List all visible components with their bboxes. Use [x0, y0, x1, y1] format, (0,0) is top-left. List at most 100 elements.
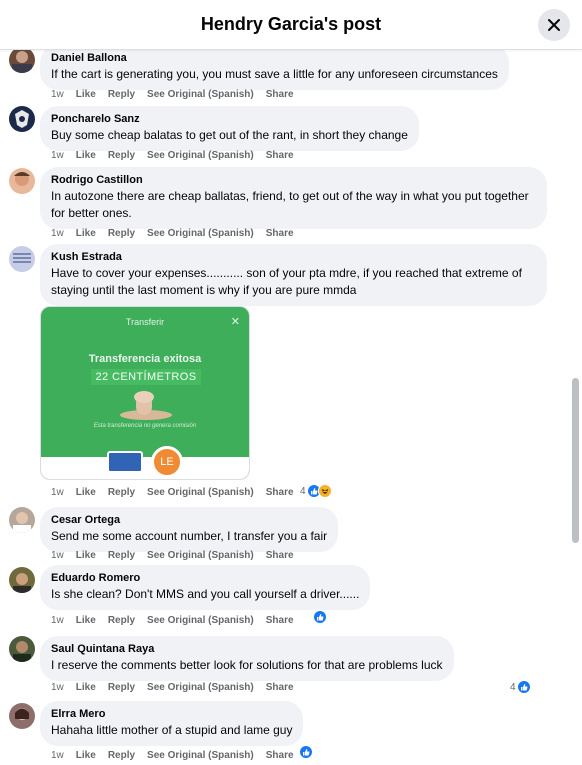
- reply-button[interactable]: Reply: [108, 750, 135, 761]
- reaction-count: 4: [510, 681, 516, 693]
- comment-text: Hahaha little mother of a stupid and lam…: [51, 723, 293, 737]
- like-button[interactable]: Like: [76, 89, 96, 100]
- comment-author[interactable]: Kush Estrada: [51, 250, 536, 264]
- reply-button[interactable]: Reply: [108, 550, 135, 561]
- object-illustration: [120, 391, 172, 420]
- comment-time[interactable]: 1w: [51, 150, 64, 161]
- comment-bubble: Daniel Ballona If the cart is generating…: [40, 50, 509, 90]
- comment-actions: 1w Like Reply See Original (Spanish) Share: [51, 749, 306, 763]
- share-button[interactable]: Share: [266, 150, 294, 161]
- see-original-button[interactable]: See Original (Spanish): [147, 550, 254, 561]
- comment-actions: 1w Like Reply See Original (Spanish) Share: [51, 227, 306, 241]
- reply-button[interactable]: Reply: [108, 150, 135, 161]
- comment-time[interactable]: 1w: [51, 615, 64, 626]
- avatar[interactable]: [9, 50, 35, 73]
- reaction-summary[interactable]: [313, 610, 327, 624]
- comment-time[interactable]: 1w: [51, 750, 64, 761]
- share-button[interactable]: Share: [266, 682, 294, 693]
- comment-bubble: Eduardo Romero Is she clean? Don't MMS a…: [40, 565, 371, 610]
- comment-time[interactable]: 1w: [51, 550, 64, 561]
- post-dialog-header: Hendry Garcia's post: [0, 0, 582, 50]
- see-original-button[interactable]: See Original (Spanish): [147, 682, 254, 693]
- share-button[interactable]: Share: [266, 487, 294, 498]
- like-button[interactable]: Like: [76, 750, 96, 761]
- reply-button[interactable]: Reply: [108, 228, 135, 239]
- haha-reaction-icon: [317, 484, 332, 498]
- attachment-note: Esta transferencia no genera comisión: [93, 423, 197, 429]
- comment-author[interactable]: Cesar Ortega: [51, 513, 327, 527]
- reply-button[interactable]: Reply: [108, 487, 135, 498]
- comment-actions: 1w Like Reply See Original (Spanish) Share: [51, 88, 306, 102]
- comments-list[interactable]: Daniel Ballona If the cart is generating…: [0, 50, 582, 765]
- comment-actions: 1w Like Reply See Original (Spanish) Share: [51, 614, 306, 628]
- see-original-button[interactable]: See Original (Spanish): [147, 750, 254, 761]
- attachment-subheading: 22 CENTÍMETROS: [91, 369, 201, 385]
- reaction-summary[interactable]: 4: [300, 484, 332, 498]
- reaction-summary[interactable]: 4: [510, 680, 531, 694]
- share-button[interactable]: Share: [266, 750, 294, 761]
- like-button[interactable]: Like: [76, 228, 96, 239]
- comment-text: In autozone there are cheap ballatas, fr…: [51, 189, 529, 220]
- share-button[interactable]: Share: [266, 550, 294, 561]
- comment-time[interactable]: 1w: [51, 89, 64, 100]
- avatar[interactable]: [9, 703, 35, 729]
- reply-button[interactable]: Reply: [108, 615, 135, 626]
- see-original-button[interactable]: See Original (Spanish): [147, 615, 254, 626]
- comment-text: Send me some account number, I transfer …: [51, 529, 328, 543]
- comment-bubble: Cesar Ortega Send me some account number…: [40, 507, 339, 552]
- close-icon: ✕: [230, 316, 240, 328]
- attachment-title: Transferir: [125, 317, 165, 327]
- comment-text: Have to cover your expenses........... s…: [51, 266, 522, 297]
- comment-bubble: Saul Quintana Raya I reserve the comment…: [40, 636, 454, 681]
- share-button[interactable]: Share: [266, 228, 294, 239]
- close-button[interactable]: [538, 9, 570, 41]
- attachment-badge: LE: [151, 446, 183, 478]
- avatar[interactable]: [9, 106, 35, 132]
- share-button[interactable]: Share: [266, 615, 294, 626]
- avatar[interactable]: [9, 567, 35, 593]
- comment-author[interactable]: Daniel Ballona: [51, 51, 498, 65]
- like-button[interactable]: Like: [76, 150, 96, 161]
- comment-author[interactable]: Saul Quintana Raya: [51, 642, 443, 656]
- comment-bubble: Rodrigo Castillon In autozone there are …: [40, 167, 547, 229]
- comment-time[interactable]: 1w: [51, 682, 64, 693]
- like-button[interactable]: Like: [76, 487, 96, 498]
- comment-author[interactable]: Elrra Mero: [51, 707, 292, 721]
- scrollbar-thumb[interactable]: [572, 378, 579, 543]
- like-button[interactable]: Like: [76, 682, 96, 693]
- comment-actions: 1w Like Reply See Original (Spanish) Share: [51, 681, 306, 695]
- comment-text: Buy some cheap balatas to get out of the…: [51, 128, 408, 142]
- like-button[interactable]: Like: [76, 550, 96, 561]
- see-original-button[interactable]: See Original (Spanish): [147, 228, 254, 239]
- comment-actions: 1w Like Reply See Original (Spanish) Share: [51, 149, 306, 163]
- bank-card-icon: [107, 451, 143, 473]
- comment-author[interactable]: Rodrigo Castillon: [51, 173, 536, 187]
- comment-actions: 1w Like Reply See Original (Spanish) Share: [51, 549, 306, 563]
- comment-time[interactable]: 1w: [51, 228, 64, 239]
- like-reaction-icon: [313, 610, 327, 624]
- see-original-button[interactable]: See Original (Spanish): [147, 487, 254, 498]
- like-button[interactable]: Like: [76, 615, 96, 626]
- share-button[interactable]: Share: [266, 89, 294, 100]
- see-original-button[interactable]: See Original (Spanish): [147, 150, 254, 161]
- attachment-bottom-bar: [41, 457, 249, 479]
- close-icon: [548, 19, 560, 31]
- comment-time[interactable]: 1w: [51, 487, 64, 498]
- avatar[interactable]: [9, 168, 35, 194]
- avatar[interactable]: [9, 636, 35, 662]
- avatar[interactable]: [9, 507, 35, 533]
- comment-text: I reserve the comments better look for s…: [51, 658, 443, 672]
- comment-bubble: Kush Estrada Have to cover your expenses…: [40, 244, 547, 306]
- reply-button[interactable]: Reply: [108, 89, 135, 100]
- like-reaction-icon: [516, 680, 531, 694]
- comment-text: Is she clean? Don't MMS and you call you…: [51, 587, 360, 601]
- comment-bubble: Elrra Mero Hahaha little mother of a stu…: [40, 701, 304, 746]
- reply-button[interactable]: Reply: [108, 682, 135, 693]
- avatar[interactable]: [9, 246, 35, 272]
- comment-author[interactable]: Poncharelo Sanz: [51, 112, 408, 126]
- comment-attachment-image[interactable]: Transferir ✕ Transferencia exitosa 22 CE…: [40, 306, 250, 480]
- comment-text: If the cart is generating you, you must …: [51, 67, 498, 81]
- comment-author[interactable]: Eduardo Romero: [51, 571, 359, 585]
- comment-actions: 1w Like Reply See Original (Spanish) Share: [51, 486, 306, 500]
- see-original-button[interactable]: See Original (Spanish): [147, 89, 254, 100]
